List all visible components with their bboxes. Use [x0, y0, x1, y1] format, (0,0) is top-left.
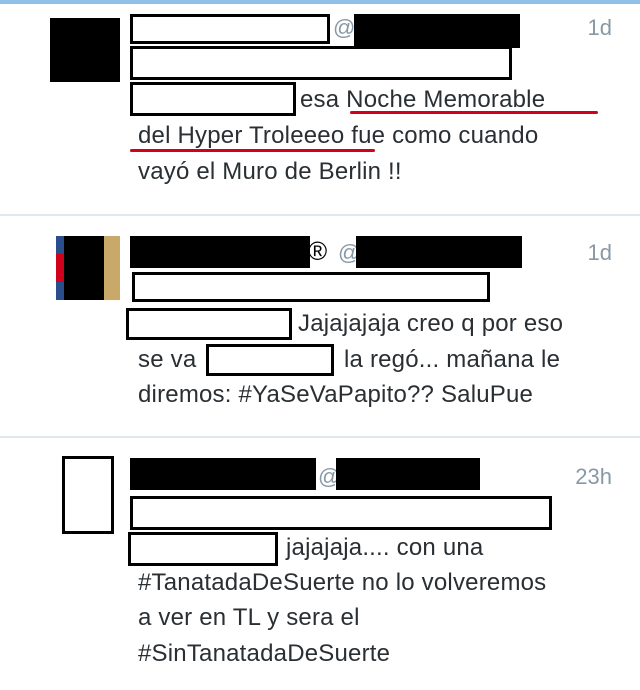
highlight-underline	[130, 149, 375, 152]
display-name-redacted	[130, 458, 316, 490]
tweet-text-line: del Hyper Troleeeo fue como cuando	[138, 122, 539, 149]
verified-mark: ®	[308, 236, 328, 266]
username-redacted	[354, 14, 520, 48]
tweet-text-line: se va	[138, 346, 197, 373]
username-redacted	[336, 458, 480, 490]
mention-redacted	[130, 46, 512, 80]
tweet-1[interactable]: @ 1d esa Noche Memorable del Hyper Trole…	[0, 0, 640, 214]
timestamp[interactable]: 1d	[552, 17, 612, 39]
username-redacted	[356, 236, 522, 268]
tweet-text-line: la regó... mañana le	[344, 346, 561, 373]
timestamp[interactable]: 1d	[552, 242, 612, 264]
tweet-text-line: a ver en TL y sera el	[138, 604, 360, 631]
display-name-redacted	[130, 236, 310, 268]
mention-redacted	[126, 308, 292, 340]
tweet-text-line: #TanatadaDeSuerte no lo volveremos	[138, 569, 547, 596]
avatar[interactable]	[56, 236, 120, 300]
tweet-text-line: vayó el Muro de Berlin !!	[138, 158, 402, 185]
mention-redacted	[130, 82, 296, 116]
tweet-text-line: Jajajajaja creo q por eso	[298, 310, 564, 337]
mention-redacted	[130, 496, 552, 530]
mention-redacted	[132, 272, 490, 302]
at-symbol: @	[333, 15, 356, 40]
avatar[interactable]	[50, 18, 120, 82]
tweet-text-line: diremos: #YaSeVaPapito?? SaluPue	[138, 381, 534, 408]
tweet-3[interactable]: @ 23h jajajaja.... con una #TanatadaDeSu…	[0, 438, 640, 690]
mention-redacted	[206, 344, 334, 376]
timestamp[interactable]: 23h	[552, 466, 612, 488]
tweet-text-line: jajajaja.... con una	[286, 534, 484, 561]
avatar[interactable]	[62, 456, 114, 534]
highlight-underline	[350, 111, 598, 114]
display-name-redacted	[130, 14, 330, 44]
tweet-2[interactable]: ® @ 1d Jajajajaja creo q por eso se va l…	[0, 216, 640, 436]
tweet-text-line: #SinTanatadaDeSuerte	[138, 640, 391, 667]
mention-redacted	[128, 532, 278, 566]
